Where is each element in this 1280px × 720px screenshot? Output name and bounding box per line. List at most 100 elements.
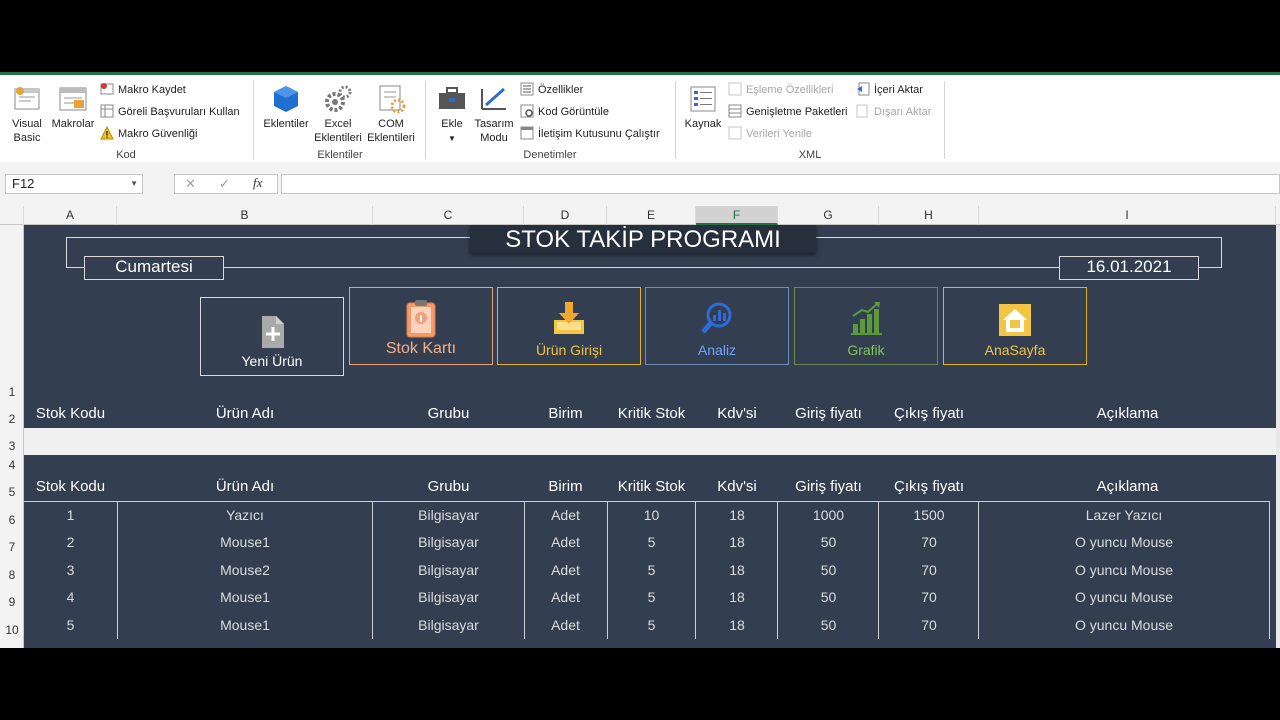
cell-giris-fiyati[interactable]: 50 [778,615,879,635]
iletisim-kutusu-button[interactable]: İletişim Kutusunu Çalıştır [520,125,660,143]
col-header-e[interactable]: E [607,206,696,225]
col-header-g[interactable]: G [778,206,879,225]
anasayfa-button[interactable]: AnaSayfa [943,287,1087,365]
stok-karti-button[interactable]: Stok Kartı [349,287,493,365]
col-header-a[interactable]: A [24,206,117,225]
esleme-ozellikleri-button[interactable]: Eşleme Özellikleri [728,81,833,99]
worksheet[interactable]: STOK TAKİP PROGRAMI Cumartesi 16.01.2021… [24,225,1276,648]
cell-stok-kodu[interactable]: 4 [24,587,117,607]
cell-birim[interactable]: Adet [524,615,607,635]
row-header[interactable]: 5 [0,485,24,499]
makro-kaydet-button[interactable]: Makro Kaydet [100,81,186,99]
cell-aciklama[interactable]: O yuncu Mouse [979,532,1269,552]
row-header[interactable]: 6 [0,513,24,527]
cell-kdv[interactable]: 18 [696,615,778,635]
kod-goruntule-button[interactable]: Kod Görüntüle [520,103,609,121]
col-header-c[interactable]: C [373,206,524,225]
cell-birim[interactable]: Adet [524,587,607,607]
cell-birim[interactable]: Adet [524,560,607,580]
cell-grubu[interactable]: Bilgisayar [373,532,524,552]
enter-icon[interactable]: ✓ [219,176,230,192]
cell-giris-fiyati[interactable]: 1000 [778,505,879,525]
name-box[interactable]: F12 ▼ [5,174,143,194]
cell-cikis-fiyati[interactable]: 70 [879,615,979,635]
cell-giris-fiyati[interactable]: 50 [778,532,879,552]
cell-aciklama[interactable]: Lazer Yazıcı [979,505,1269,525]
col-header-d[interactable]: D [524,206,607,225]
row-header[interactable]: 3 [0,439,24,453]
cell-kritik-stok[interactable]: 5 [607,532,696,552]
select-all-corner[interactable] [0,206,24,225]
cell-stok-kodu[interactable]: 1 [24,505,117,525]
vertical-scrollbar[interactable] [1276,225,1280,648]
ozellikler-button[interactable]: Özellikler [520,81,583,99]
formula-input[interactable] [281,174,1280,194]
cell-urun-adi[interactable]: Yazıcı [117,505,373,525]
cell-kritik-stok[interactable]: 5 [607,615,696,635]
row-header[interactable]: 4 [0,458,24,472]
cell-grubu[interactable]: Bilgisayar [373,505,524,525]
cell-aciklama[interactable]: O yuncu Mouse [979,615,1269,635]
cell-kritik-stok[interactable]: 10 [607,505,696,525]
cell-urun-adi[interactable]: Mouse1 [117,615,373,635]
insert-function-icon[interactable]: fx [253,175,262,191]
cell-aciklama[interactable]: O yuncu Mouse [979,587,1269,607]
cell-cikis-fiyati[interactable]: 70 [879,560,979,580]
cell-stok-kodu[interactable]: 5 [24,615,117,635]
iceri-aktar-button[interactable]: İçeri Aktar [856,81,923,99]
col-header-h[interactable]: H [879,206,979,225]
disari-aktar-button[interactable]: Dışarı Aktar [856,103,931,121]
entry-row[interactable] [24,428,1276,455]
row-header[interactable]: 9 [0,595,24,609]
goreli-basvurular-button[interactable]: Göreli Başvuruları Kullan [100,103,240,121]
cell-cikis-fiyati[interactable]: 70 [879,587,979,607]
cell-giris-fiyati[interactable]: 50 [778,560,879,580]
cell-birim[interactable]: Adet [524,532,607,552]
cell-stok-kodu[interactable]: 2 [24,532,117,552]
makrolar-button[interactable]: Makrolar [50,81,96,131]
genisletme-paketleri-button[interactable]: Genişletme Paketleri [728,103,848,121]
tasarim-modu-button[interactable]: Tasarım Modu [472,81,516,145]
grafik-button[interactable]: Grafik [794,287,938,365]
disari-aktar-label: Dışarı Aktar [874,106,932,118]
cell-urun-adi[interactable]: Mouse1 [117,587,373,607]
cell-cikis-fiyati[interactable]: 70 [879,532,979,552]
cell-birim[interactable]: Adet [524,505,607,525]
makro-guvenligi-button[interactable]: Makro Güvenliği [100,125,197,143]
cell-aciklama[interactable]: O yuncu Mouse [979,560,1269,580]
com-eklentileri-button[interactable]: COM Eklentileri [364,81,418,145]
cell-kdv[interactable]: 18 [696,505,778,525]
eklentiler-button[interactable]: Eklentiler [260,81,312,131]
row-header[interactable]: 2 [0,412,24,426]
col-header-b[interactable]: B [117,206,373,225]
yeni-urun-button[interactable]: Yeni Ürün [200,297,344,376]
cell-kdv[interactable]: 18 [696,560,778,580]
excel-eklentileri-button[interactable]: Excel Eklentileri [312,81,364,145]
cell-cikis-fiyati[interactable]: 1500 [879,505,979,525]
row-header[interactable]: 8 [0,568,24,582]
cell-grubu[interactable]: Bilgisayar [373,615,524,635]
cell-urun-adi[interactable]: Mouse2 [117,560,373,580]
verileri-yenile-button[interactable]: Verileri Yenile [728,125,812,143]
cell-grubu[interactable]: Bilgisayar [373,560,524,580]
kaynak-button[interactable]: Kaynak [682,81,724,131]
cell-kdv[interactable]: 18 [696,587,778,607]
row-header[interactable]: 7 [0,540,24,554]
analiz-button[interactable]: Analiz [645,287,789,365]
col-header-f[interactable]: F [696,206,778,225]
ekle-button[interactable]: Ekle ▼ [432,81,472,146]
cell-kritik-stok[interactable]: 5 [607,587,696,607]
chevron-down-icon[interactable]: ▼ [130,175,138,193]
urun-girisi-button[interactable]: Ürün Girişi [497,287,641,365]
cell-urun-adi[interactable]: Mouse1 [117,532,373,552]
row-header[interactable]: 10 [0,623,24,637]
cell-grubu[interactable]: Bilgisayar [373,587,524,607]
cell-kritik-stok[interactable]: 5 [607,560,696,580]
cell-giris-fiyati[interactable]: 50 [778,587,879,607]
cell-kdv[interactable]: 18 [696,532,778,552]
visual-basic-button[interactable]: Visual Basic [6,81,48,145]
row-header[interactable]: 1 [0,385,24,399]
cell-stok-kodu[interactable]: 3 [24,560,117,580]
col-header-i[interactable]: I [979,206,1276,225]
cancel-icon[interactable]: ✕ [185,176,196,192]
